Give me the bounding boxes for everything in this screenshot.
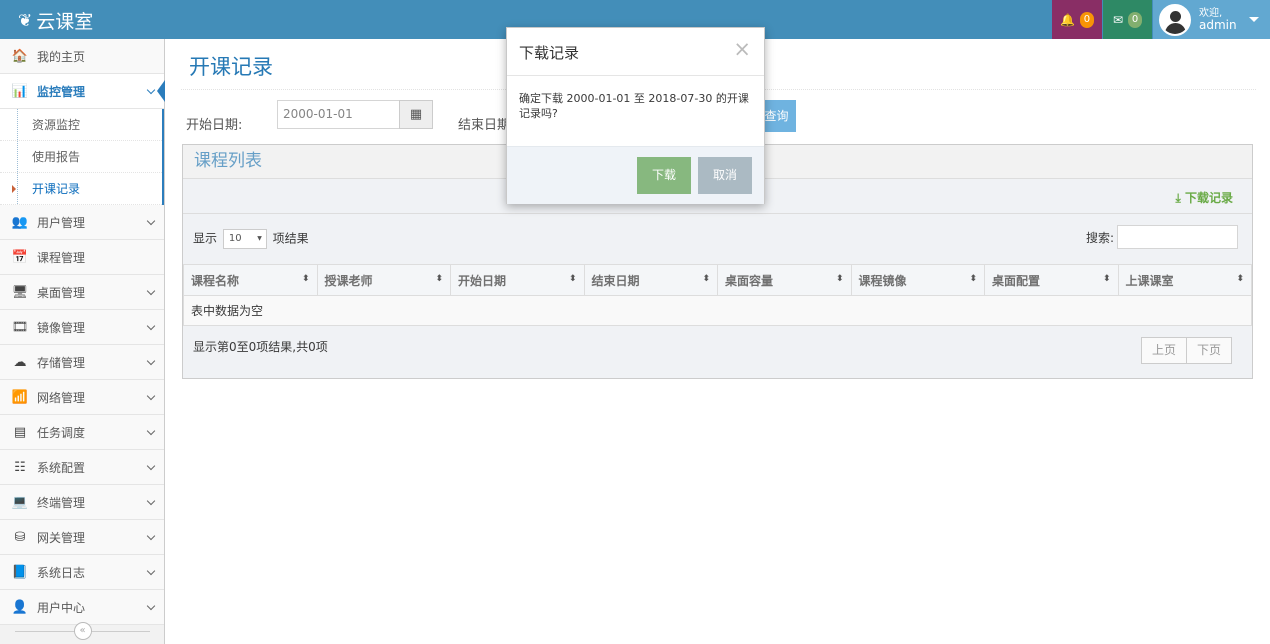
dialog-header: 下载记录 × — [507, 28, 764, 76]
close-icon[interactable]: × — [733, 39, 751, 60]
dialog-message: 确定下载 2000-01-01 至 2018-07-30 的开课记录吗? — [519, 92, 749, 120]
dialog-title: 下载记录 — [519, 44, 580, 62]
download-confirm-dialog: 下载记录 × 确定下载 2000-01-01 至 2018-07-30 的开课记… — [506, 27, 765, 204]
cancel-button[interactable]: 取消 — [698, 157, 752, 194]
download-button[interactable]: 下载 — [637, 157, 691, 194]
dialog-footer: 下载 取消 — [507, 146, 764, 204]
